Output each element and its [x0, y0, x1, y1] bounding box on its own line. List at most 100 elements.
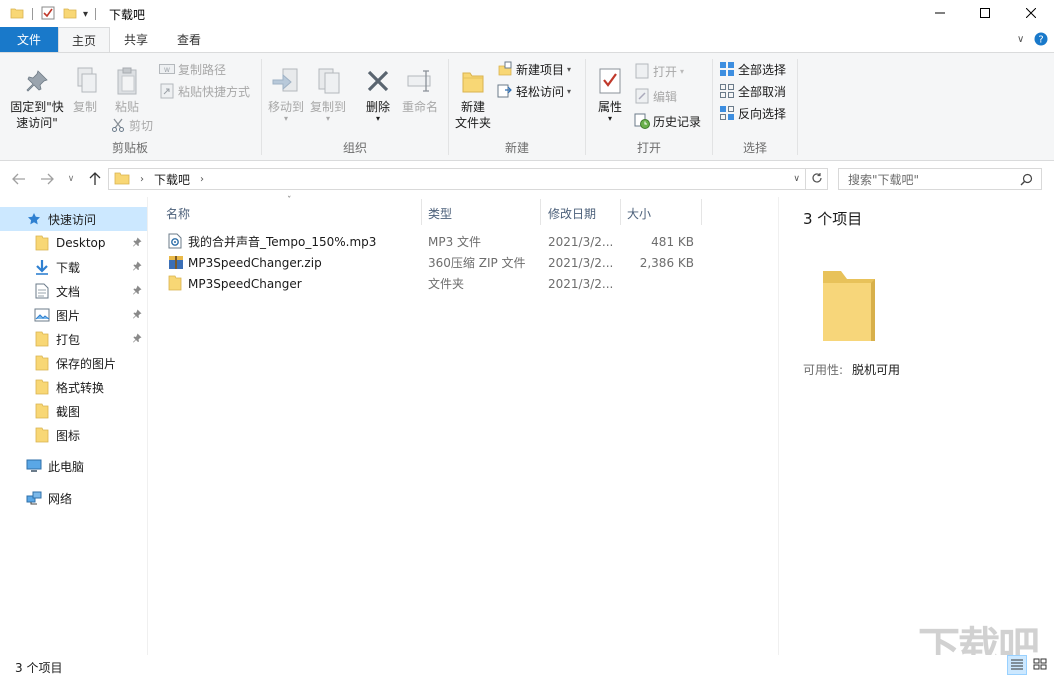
pin-quick-access-button[interactable]: 固定到"快 速访问": [4, 63, 70, 131]
folder-icon: [34, 355, 50, 371]
close-button[interactable]: [1008, 0, 1054, 27]
open-button[interactable]: 打开 ▾: [634, 61, 684, 81]
easy-access-caret-icon: ▾: [567, 86, 572, 96]
history-button[interactable]: 历史记录: [634, 111, 701, 131]
copy-path-button[interactable]: W 复制路径: [159, 59, 226, 79]
collapse-ribbon-icon[interactable]: ∨: [1017, 34, 1024, 45]
refresh-button[interactable]: [806, 168, 828, 190]
forward-arrow-icon[interactable]: [38, 171, 56, 187]
pin-icon[interactable]: [132, 309, 142, 322]
paste-shortcut-icon: [159, 83, 175, 99]
ribbon: 固定到"快 速访问" 复制 粘贴 W 复制路径 粘贴快捷方式 剪切 剪贴板 移动…: [0, 52, 1054, 161]
column-divider[interactable]: [421, 199, 422, 225]
select-all-icon: [719, 61, 735, 77]
easy-access-button[interactable]: 轻松访问 ▾: [497, 81, 571, 101]
pin-icon[interactable]: [132, 237, 142, 250]
sidebar-item-network[interactable]: 网络: [0, 486, 147, 510]
sidebar-item[interactable]: 下载: [0, 255, 147, 279]
select-all-button[interactable]: 全部选择: [719, 59, 786, 79]
pin-icon[interactable]: [132, 261, 142, 274]
breadcrumb-current[interactable]: 下载吧: [154, 171, 190, 188]
copy-to-icon: [311, 63, 345, 99]
paste-button[interactable]: 粘贴: [110, 63, 144, 115]
cut-button[interactable]: 剪切: [110, 115, 153, 135]
search-icon[interactable]: [1020, 173, 1033, 189]
pin-icon[interactable]: [132, 285, 142, 298]
minimize-button[interactable]: [917, 0, 963, 27]
rename-button[interactable]: 重命名: [400, 63, 440, 115]
file-row[interactable]: MP3SpeedChanger 文件夹 2021/3/2...: [164, 273, 764, 294]
sidebar-item[interactable]: 截图: [0, 399, 147, 423]
column-divider[interactable]: [701, 199, 702, 225]
properties-icon: [593, 63, 627, 99]
details-view-icon: [1010, 658, 1024, 673]
customize-qat-icon[interactable]: ▾: [83, 9, 88, 20]
sidebar-item-label: 快速访问: [48, 212, 97, 227]
maximize-button[interactable]: [962, 0, 1008, 27]
new-folder-button[interactable]: 新建 文件夹: [453, 63, 493, 131]
details-item-count: 3 个项目: [803, 210, 863, 228]
svg-text:?: ?: [1038, 35, 1043, 46]
breadcrumb-chevron-icon[interactable]: ›: [200, 174, 204, 185]
large-icons-view-button[interactable]: [1030, 655, 1050, 675]
search-placeholder: 搜索"下载吧": [848, 172, 920, 187]
copy-to-button[interactable]: 复制到 ▾: [308, 63, 348, 123]
address-field[interactable]: › 下载吧 › ∨: [108, 168, 806, 190]
sidebar-item-label: 图标: [56, 428, 81, 443]
delete-label: 删除: [365, 100, 390, 114]
new-item-button[interactable]: 新建项目 ▾: [497, 59, 571, 79]
file-name: MP3SpeedChanger: [188, 276, 302, 291]
column-divider[interactable]: [540, 199, 541, 225]
invert-selection-button[interactable]: 反向选择: [719, 103, 786, 123]
scissors-icon: [110, 117, 126, 133]
rename-icon: [403, 63, 437, 99]
sidebar-item[interactable]: 图标: [0, 423, 147, 447]
folder-icon: [114, 171, 130, 188]
delete-button[interactable]: 删除 ▾: [360, 63, 396, 123]
new-folder-icon: [456, 63, 490, 99]
breadcrumb-chevron-icon[interactable]: ›: [140, 174, 144, 185]
properties-button[interactable]: 属性 ▾: [592, 63, 628, 123]
edit-icon: [634, 88, 650, 104]
refresh-icon: [811, 172, 823, 187]
sidebar-item-quick-access[interactable]: 快速访问: [0, 207, 147, 231]
sidebar-item[interactable]: 保存的图片: [0, 351, 147, 375]
large-icons-view-icon: [1033, 658, 1047, 673]
select-none-button[interactable]: 全部取消: [719, 81, 786, 101]
paste-shortcut-button[interactable]: 粘贴快捷方式: [159, 81, 250, 101]
sidebar-item[interactable]: 图片: [0, 303, 147, 327]
column-header-type[interactable]: 类型: [428, 201, 452, 225]
back-arrow-icon[interactable]: [10, 171, 28, 187]
properties-label: 属性: [597, 100, 622, 114]
new-folder-icon[interactable]: [63, 6, 77, 23]
sidebar-item[interactable]: 格式转换: [0, 375, 147, 399]
sidebar-item[interactable]: 文档: [0, 279, 147, 303]
details-view-button[interactable]: [1007, 655, 1027, 675]
column-header-size[interactable]: 大小: [627, 201, 651, 225]
search-input[interactable]: 搜索"下载吧": [838, 168, 1042, 190]
tab-share[interactable]: 共享: [112, 27, 160, 52]
pin-icon[interactable]: [132, 333, 142, 346]
select-group-label: 选择: [742, 141, 767, 155]
edit-button[interactable]: 编辑: [634, 86, 677, 106]
sort-chevron-icon: ˇ: [287, 196, 292, 206]
column-divider[interactable]: [620, 199, 621, 225]
column-header-name[interactable]: 名称: [166, 201, 190, 225]
tab-home[interactable]: 主页: [58, 27, 110, 53]
file-row[interactable]: 我的合并声音_Tempo_150%.mp3 MP3 文件 2021/3/2... 48…: [164, 231, 764, 252]
move-to-button[interactable]: 移动到 ▾: [266, 63, 306, 123]
folder-icon: [34, 331, 50, 347]
help-icon[interactable]: ?: [1034, 32, 1048, 49]
sidebar-item-this-pc[interactable]: 此电脑: [0, 454, 147, 478]
up-arrow-icon[interactable]: [86, 171, 104, 187]
file-row[interactable]: MP3SpeedChanger.zip 360压缩 ZIP 文件 2021/3/2.…: [164, 252, 764, 273]
column-header-date[interactable]: 修改日期: [548, 201, 596, 225]
sidebar-item[interactable]: 打包: [0, 327, 147, 351]
sidebar-item[interactable]: Desktop: [0, 231, 147, 255]
address-dropdown-icon[interactable]: ∨: [793, 174, 800, 184]
recent-locations-icon[interactable]: ∨: [62, 171, 80, 187]
tab-file[interactable]: 文件: [0, 27, 58, 52]
copy-button[interactable]: 复制: [68, 63, 102, 115]
properties-check-icon[interactable]: [41, 6, 55, 23]
tab-view[interactable]: 查看: [164, 27, 214, 52]
